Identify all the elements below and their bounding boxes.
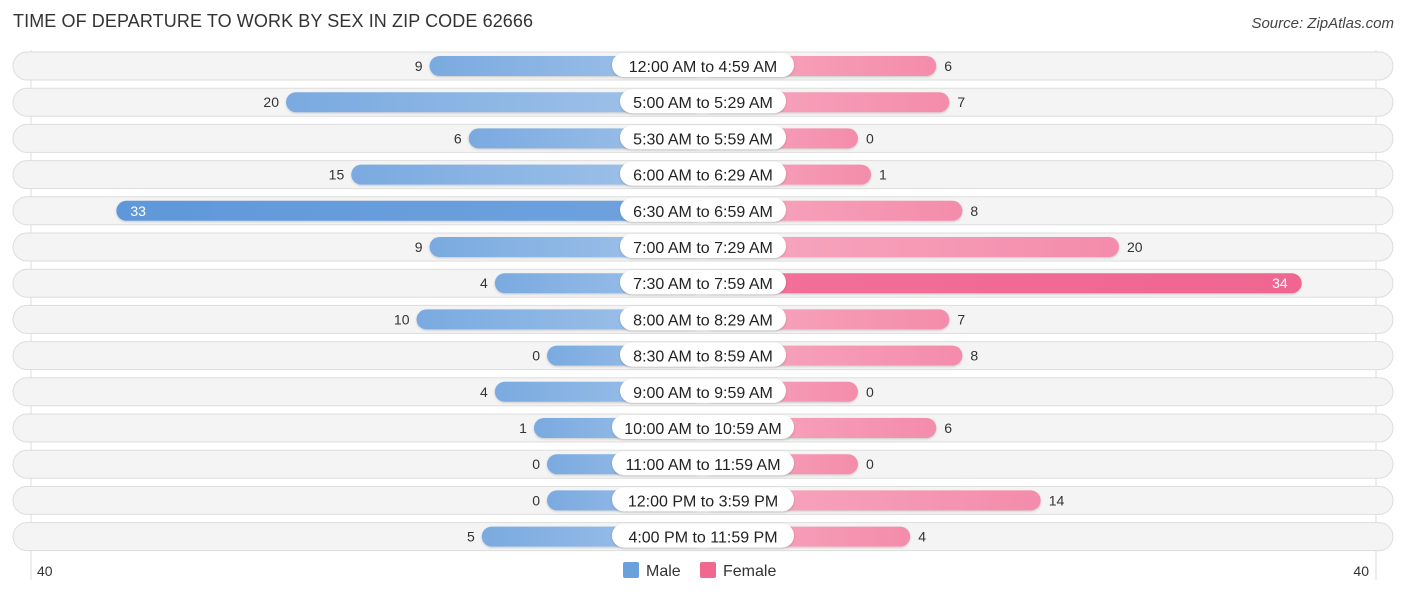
chart-row: 0 0 11:00 AM to 11:59 AM <box>12 449 1394 479</box>
category-label: 7:00 AM to 7:29 AM <box>633 240 773 257</box>
legend: Male Female <box>623 562 776 580</box>
category-label: 5:00 AM to 5:29 AM <box>633 95 773 112</box>
value-label-male: 4 <box>480 275 488 291</box>
value-label-female: 8 <box>970 348 978 364</box>
chart-row: 0 14 12:00 PM to 3:59 PM <box>12 485 1394 515</box>
value-label-male: 10 <box>394 311 410 327</box>
category-label: 11:00 AM to 11:59 AM <box>625 457 780 474</box>
value-label-female: 0 <box>866 384 874 400</box>
value-label-male: 0 <box>532 456 540 472</box>
category-label: 7:30 AM to 7:59 AM <box>633 276 773 293</box>
category-label: 6:30 AM to 6:59 AM <box>633 204 773 221</box>
value-label-female: 6 <box>944 420 952 436</box>
bar-female[interactable] <box>703 273 1302 294</box>
chart-row: 9 20 7:00 AM to 7:29 AM <box>12 232 1394 262</box>
value-label-male: 1 <box>519 420 527 436</box>
chart-row: 5 4 4:00 PM to 11:59 PM <box>12 522 1394 552</box>
chart-row: 6 0 5:30 AM to 5:59 AM <box>12 123 1394 153</box>
chart-row: 0 8 8:30 AM to 8:59 AM <box>12 341 1394 371</box>
category-label: 8:00 AM to 8:29 AM <box>633 312 773 329</box>
chart-row: 9 6 12:00 AM to 4:59 AM <box>12 51 1394 81</box>
value-label-female: 7 <box>957 94 965 110</box>
value-label-female: 4 <box>918 529 926 545</box>
category-label: 6:00 AM to 6:29 AM <box>633 168 773 185</box>
value-label-male: 15 <box>329 167 345 183</box>
value-label-female: 7 <box>957 311 965 327</box>
category-label: 4:00 PM to 11:59 PM <box>628 530 777 547</box>
legend-label-female: Female <box>723 563 776 580</box>
bar-male[interactable] <box>116 200 704 221</box>
value-label-male: 9 <box>415 239 423 255</box>
legend-swatch-male <box>623 562 639 578</box>
category-label: 8:30 AM to 8:59 AM <box>633 349 773 366</box>
value-label-male: 6 <box>454 130 462 146</box>
value-label-male: 20 <box>263 94 279 110</box>
chart-row: 4 34 7:30 AM to 7:59 AM <box>12 268 1394 298</box>
chart-row: 15 1 6:00 AM to 6:29 AM <box>12 160 1394 190</box>
chart-row: 4 0 9:00 AM to 9:59 AM <box>12 377 1394 407</box>
value-label-male: 0 <box>532 492 540 508</box>
value-label-female: 8 <box>970 203 978 219</box>
category-label: 9:00 AM to 9:59 AM <box>633 385 773 402</box>
legend-label-male: Male <box>646 563 681 580</box>
value-label-male: 5 <box>467 529 475 545</box>
value-label-female: 20 <box>1127 239 1143 255</box>
value-label-female: 0 <box>866 456 874 472</box>
chart-row: 20 7 5:00 AM to 5:29 AM <box>12 87 1394 117</box>
category-label: 5:30 AM to 5:59 AM <box>633 131 773 148</box>
category-label: 12:00 PM to 3:59 PM <box>628 493 778 510</box>
category-label: 10:00 AM to 10:59 AM <box>624 421 781 438</box>
value-label-female: 6 <box>944 58 952 74</box>
axis-label-left: 40 <box>37 563 53 579</box>
value-label-female: 14 <box>1049 492 1065 508</box>
value-label-female: 34 <box>1272 275 1288 291</box>
chart-row: 10 7 8:00 AM to 8:29 AM <box>12 304 1394 334</box>
chart-row: 33 8 6:30 AM to 6:59 AM <box>12 196 1394 226</box>
chart-area: 9 6 12:00 AM to 4:59 AM 20 7 5:00 AM to 5:29 … <box>12 50 1394 580</box>
axis-label-right: 40 <box>1353 563 1369 579</box>
value-label-male: 33 <box>130 203 146 219</box>
category-label: 12:00 AM to 4:59 AM <box>629 59 778 76</box>
value-label-male: 4 <box>480 384 488 400</box>
chart-row: 1 6 10:00 AM to 10:59 AM <box>12 413 1394 443</box>
legend-swatch-female <box>700 562 716 578</box>
value-label-male: 9 <box>415 58 423 74</box>
value-label-female: 0 <box>866 130 874 146</box>
value-label-female: 1 <box>879 167 887 183</box>
value-label-male: 0 <box>532 348 540 364</box>
